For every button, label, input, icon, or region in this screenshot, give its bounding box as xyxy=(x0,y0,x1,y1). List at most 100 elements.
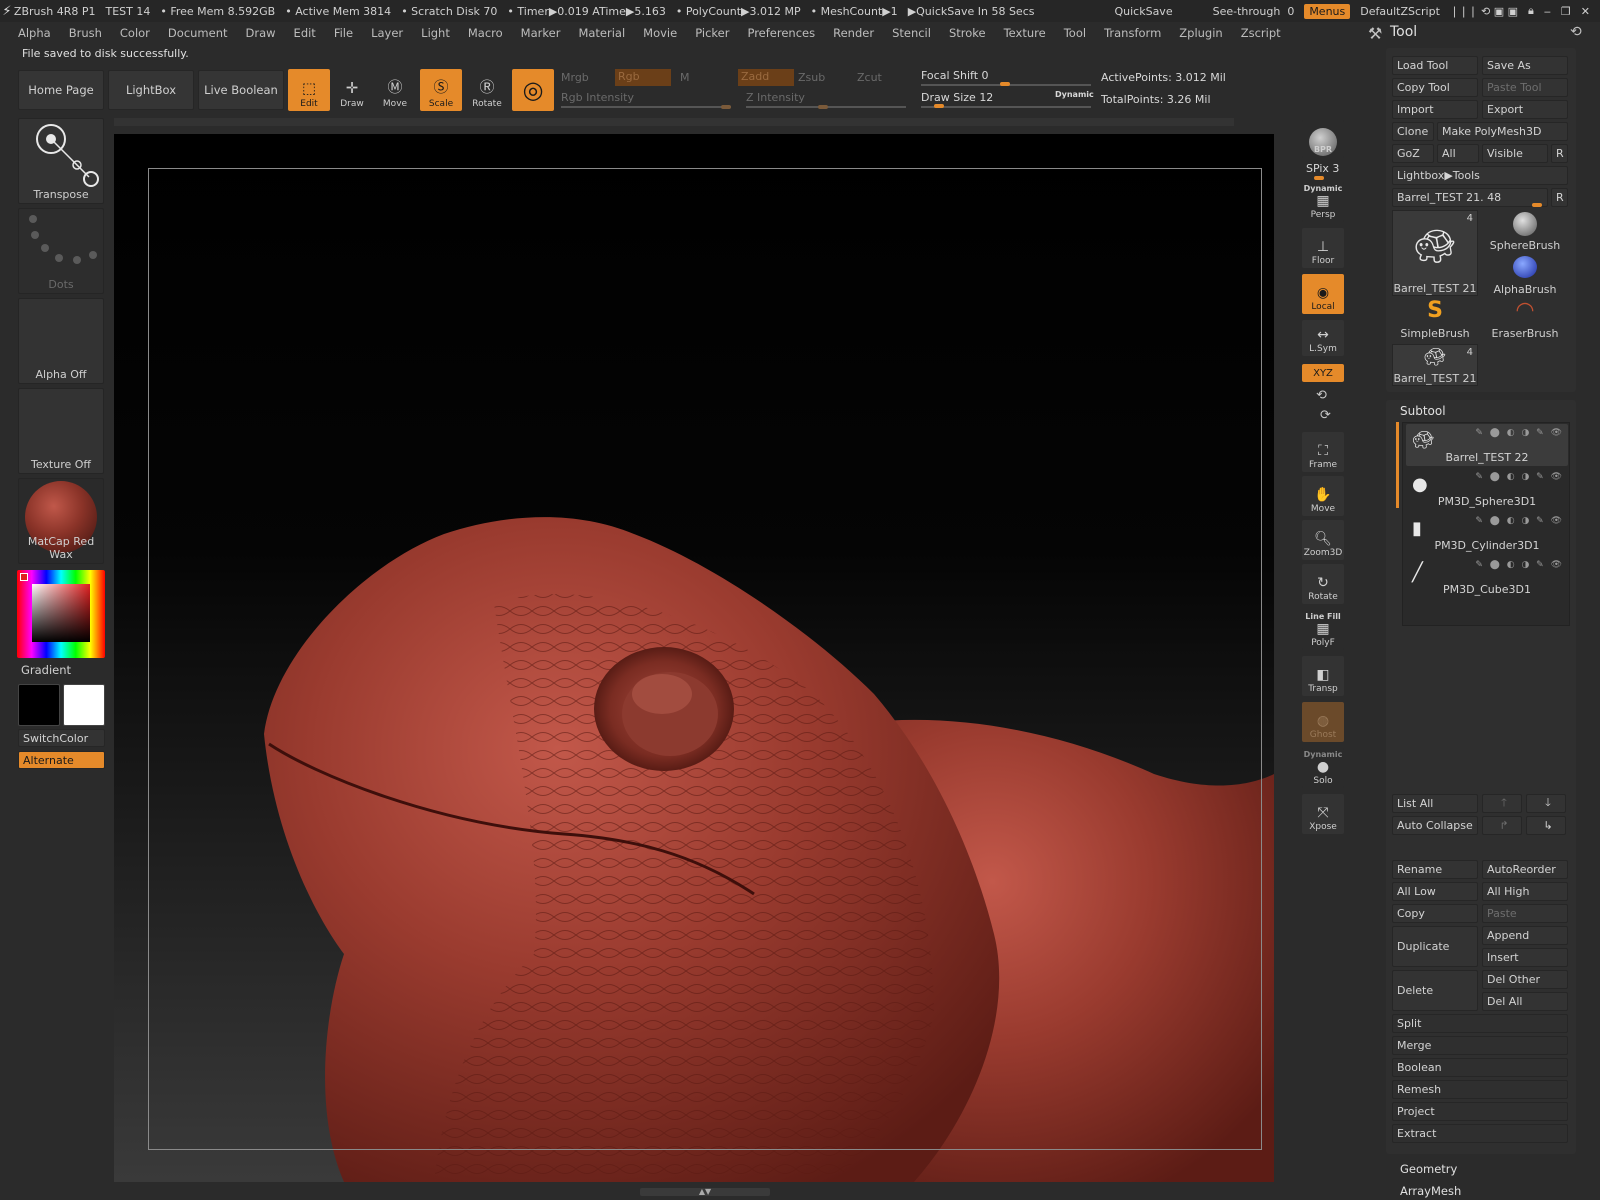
persp-button[interactable]: Dynamic ▦ Persp xyxy=(1302,182,1344,222)
stroke-dots-button[interactable]: Dots xyxy=(18,208,104,294)
menu-render[interactable]: Render xyxy=(833,26,874,40)
save-as-button[interactable]: Save As xyxy=(1482,56,1568,75)
paste-tool-button[interactable]: Paste Tool xyxy=(1482,78,1568,97)
edit-button[interactable]: ⬚ Edit xyxy=(288,69,330,111)
tool-thumb-simplebrush[interactable]: S SimpleBrush xyxy=(1392,298,1478,340)
transp-button[interactable]: ◧ Transp xyxy=(1302,656,1344,696)
menus-toggle[interactable]: Menus xyxy=(1304,3,1351,19)
paste-subtool-button[interactable]: Paste xyxy=(1482,904,1568,923)
make-polymesh3d-button[interactable]: Make PolyMesh3D xyxy=(1437,122,1568,141)
live-boolean-button[interactable]: Live Boolean xyxy=(198,70,284,110)
split-submenu[interactable]: Split xyxy=(1392,1014,1568,1033)
subtool-toggles[interactable]: ✎ ⬤ ◐ ◑ ✎ 👁︎ xyxy=(1475,560,1564,570)
bpr-button[interactable]: BPR xyxy=(1302,120,1344,158)
polyf-button[interactable]: Line Fill ▦ PolyF xyxy=(1302,610,1344,650)
menu-texture[interactable]: Texture xyxy=(1004,26,1046,40)
maximize-icon[interactable]: ❐ xyxy=(1561,5,1571,18)
menu-color[interactable]: Color xyxy=(120,26,150,40)
main-color-swatch[interactable] xyxy=(63,684,105,726)
gradient-label[interactable]: Gradient xyxy=(21,663,71,677)
minimize-icon[interactable]: ‒ xyxy=(1544,5,1551,18)
goz-visible-button[interactable]: Visible xyxy=(1482,144,1548,163)
current-tool-r-button[interactable]: R xyxy=(1551,188,1568,207)
move-up-arrow-icon[interactable]: 🡑 xyxy=(1482,794,1522,813)
m-toggle[interactable]: M xyxy=(680,71,690,84)
delete-button[interactable]: Delete xyxy=(1392,970,1478,1011)
lightbox-button[interactable]: LightBox xyxy=(108,70,194,110)
copy-tool-button[interactable]: Copy Tool xyxy=(1392,78,1478,97)
spix-setting[interactable]: SPix 3 xyxy=(1306,162,1339,175)
export-button[interactable]: Export xyxy=(1482,100,1568,119)
color-picker-sv-square[interactable] xyxy=(32,584,90,642)
arraymesh-submenu[interactable]: ArrayMesh xyxy=(1400,1184,1461,1198)
merge-submenu[interactable]: Merge xyxy=(1392,1036,1568,1055)
local-button[interactable]: ◉ Local xyxy=(1302,274,1344,314)
menu-draw[interactable]: Draw xyxy=(246,26,276,40)
move-view-button[interactable]: ✋ Move xyxy=(1302,476,1344,516)
zsub-toggle[interactable]: Zsub xyxy=(798,71,825,84)
goz-r-button[interactable]: R xyxy=(1551,144,1568,163)
xyz-button[interactable]: XYZ xyxy=(1302,364,1344,382)
subtool-item-pm3d-sphere3d1[interactable]: ● ✎ ⬤ ◐ ◑ ✎ 👁︎ PM3D_Sphere3D1 xyxy=(1406,468,1568,510)
rotate-button[interactable]: Ⓡ Rotate xyxy=(466,69,508,111)
move-to-bottom-icon[interactable]: ↳ xyxy=(1526,816,1566,835)
lock-icon[interactable]: 🔒︎ xyxy=(1528,4,1534,18)
menu-material[interactable]: Material xyxy=(578,26,625,40)
lsym-button[interactable]: ↔ L.Sym xyxy=(1302,320,1344,356)
focal-shift[interactable]: Focal Shift 0 xyxy=(921,69,989,82)
scale-button[interactable]: Ⓢ Scale xyxy=(420,69,462,111)
current-tool-slider[interactable]: Barrel_TEST 21. 48 xyxy=(1392,188,1548,207)
menu-file[interactable]: File xyxy=(334,26,353,40)
duplicate-button[interactable]: Duplicate xyxy=(1392,926,1478,967)
mrgb-toggle[interactable]: Mrgb xyxy=(561,71,589,84)
subtool-scroll-indicator[interactable] xyxy=(1396,422,1399,508)
del-all-button[interactable]: Del All xyxy=(1482,992,1568,1011)
draw-size-slider[interactable] xyxy=(921,106,1091,108)
subtool-toggles[interactable]: ✎ ⬤ ◐ ◑ ✎ 👁︎ xyxy=(1475,428,1564,438)
append-button[interactable]: Append xyxy=(1482,926,1568,945)
bottom-tray-handle[interactable]: ▲▼ xyxy=(640,1188,770,1196)
transpose-button[interactable]: Transpose xyxy=(18,118,104,204)
menu-tool[interactable]: Tool xyxy=(1064,26,1086,40)
polyframe-toggle[interactable]: ◎ xyxy=(512,69,554,111)
z-intensity-knob[interactable] xyxy=(818,105,828,109)
menu-alpha[interactable]: Alpha xyxy=(18,26,51,40)
move-down-arrow-icon[interactable]: 🡓 xyxy=(1526,794,1566,813)
lightbox-tools-button[interactable]: Lightbox▶Tools xyxy=(1392,166,1568,185)
menu-preferences[interactable]: Preferences xyxy=(747,26,815,40)
insert-button[interactable]: Insert xyxy=(1482,948,1568,967)
home-page-button[interactable]: Home Page xyxy=(18,70,104,110)
rgb-intensity-knob[interactable] xyxy=(721,105,731,109)
all-high-button[interactable]: All High xyxy=(1482,882,1568,901)
remesh-submenu[interactable]: Remesh xyxy=(1392,1080,1568,1099)
tool-thumb-spherebrush[interactable]: SphereBrush xyxy=(1482,210,1568,252)
subtool-title[interactable]: Subtool xyxy=(1400,404,1446,418)
subtool-toggles[interactable]: ✎ ⬤ ◐ ◑ ✎ 👁︎ xyxy=(1475,472,1564,482)
goz-all-button[interactable]: All xyxy=(1437,144,1479,163)
menu-movie[interactable]: Movie xyxy=(643,26,677,40)
zoom3d-button[interactable]: 🔍︎ Zoom3D xyxy=(1302,520,1344,560)
subtool-item-pm3d-cube3d1[interactable]: ╱ ✎ ⬤ ◐ ◑ ✎ 👁︎ PM3D_Cube3D1 xyxy=(1406,556,1568,598)
tool-thumb-alphabrush[interactable]: AlphaBrush xyxy=(1482,254,1568,296)
zcut-toggle[interactable]: Zcut xyxy=(857,71,882,84)
draw-size[interactable]: Draw Size 12 xyxy=(921,91,993,104)
menu-document[interactable]: Document xyxy=(168,26,228,40)
secondary-color-swatch[interactable] xyxy=(18,684,60,726)
draw-size-knob[interactable] xyxy=(934,104,944,108)
close-icon[interactable]: ✕ xyxy=(1581,5,1590,18)
xpose-button[interactable]: ⤧ Xpose xyxy=(1302,794,1344,834)
geometry-submenu[interactable]: Geometry xyxy=(1400,1162,1457,1176)
auto-collapse-button[interactable]: Auto Collapse xyxy=(1392,816,1478,835)
rotate-axis-y-icon[interactable]: ⟲ xyxy=(1316,388,1327,403)
menu-stencil[interactable]: Stencil xyxy=(892,26,931,40)
menu-brush[interactable]: Brush xyxy=(69,26,102,40)
color-picker-marker[interactable] xyxy=(20,573,28,581)
list-all-button[interactable]: List All xyxy=(1392,794,1478,813)
palette-popout-icon[interactable]: ⟲ xyxy=(1570,24,1582,40)
project-submenu[interactable]: Project xyxy=(1392,1102,1568,1121)
menu-zscript[interactable]: Zscript xyxy=(1241,26,1281,40)
menu-zplugin[interactable]: Zplugin xyxy=(1179,26,1222,40)
menu-transform[interactable]: Transform xyxy=(1104,26,1161,40)
menu-marker[interactable]: Marker xyxy=(521,26,561,40)
default-zscript[interactable]: DefaultZScript xyxy=(1360,5,1440,18)
